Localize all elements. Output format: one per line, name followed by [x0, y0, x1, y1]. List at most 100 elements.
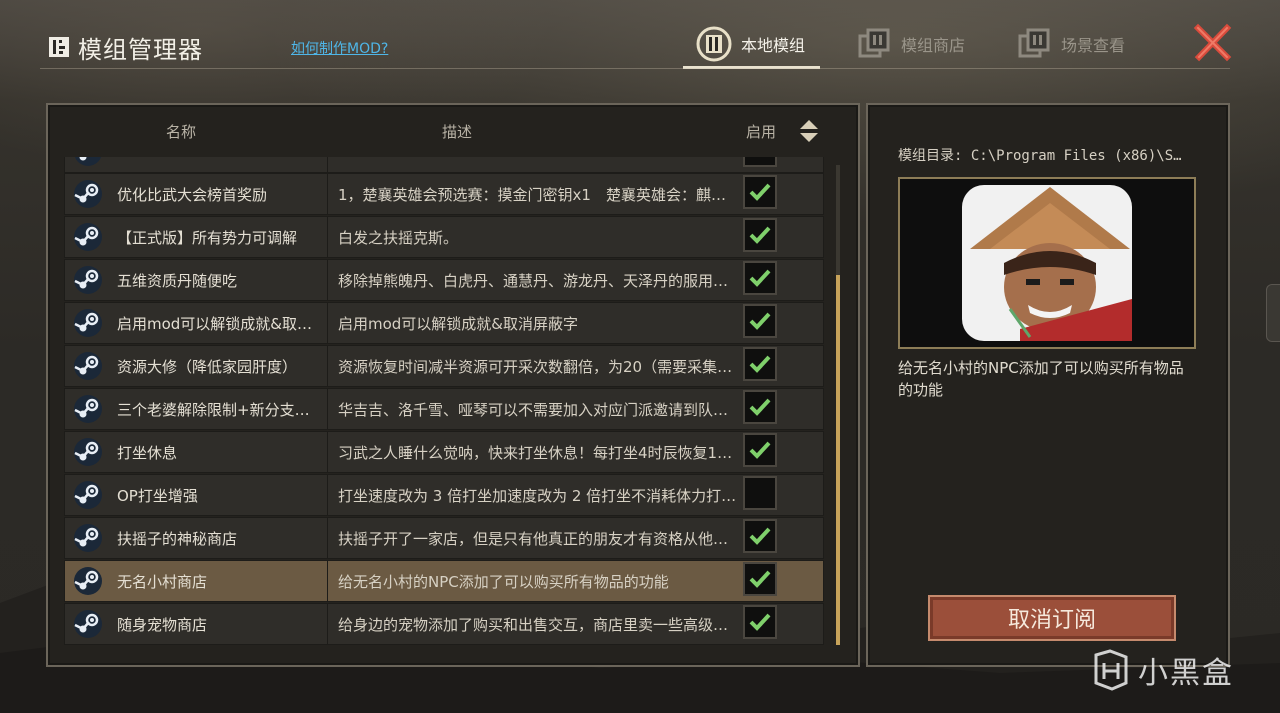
mod-name: OP打坐增强 — [117, 486, 198, 505]
steam-icon — [74, 352, 102, 380]
enable-checkbox[interactable] — [743, 562, 781, 600]
enable-checkbox[interactable] — [743, 519, 781, 557]
steam-icon — [74, 567, 102, 595]
mod-description-cell: 扶摇子开了一家店，但是只有他真正的朋友才有资格从他… — [338, 529, 729, 548]
enable-checkbox[interactable] — [743, 261, 781, 299]
column-name-header: 名称 — [166, 123, 197, 141]
mod-description-cell: 给无名小村的NPC添加了可以购买所有物品的功能 — [338, 572, 669, 591]
mod-name: 资源大修（降低家园肝度） — [117, 357, 298, 376]
column-header: 名称 描述 启用 — [48, 105, 858, 157]
tab-local-mods[interactable]: 本地模组 — [695, 22, 805, 66]
steam-icon — [74, 223, 102, 251]
how-to-make-mod-link[interactable]: 如何制作MOD? — [291, 38, 388, 58]
mod-row[interactable]: 三个老婆解除限制+新分支… 华吉吉、洛千雪、哑琴可以不需要加入对应门派邀请到队… — [64, 388, 824, 430]
check-icon — [749, 441, 771, 459]
steam-icon — [74, 438, 102, 466]
enable-checkbox[interactable] — [743, 218, 781, 256]
enable-checkbox[interactable] — [743, 347, 781, 385]
column-divider — [327, 346, 328, 386]
steam-icon — [74, 610, 102, 638]
check-icon — [749, 613, 771, 631]
check-icon — [749, 183, 771, 201]
page-title: 模组管理器 — [78, 36, 203, 64]
column-divider — [327, 604, 328, 644]
enable-checkbox[interactable] — [743, 157, 781, 171]
mod-row[interactable]: 随身宠物商店 给身边的宠物添加了购买和出售交互，商店里卖一些高级… — [64, 603, 824, 645]
tab-mod-store-label: 模组商店 — [901, 36, 966, 55]
mod-name: 随身宠物商店 — [117, 615, 208, 634]
mod-row[interactable]: OP打坐增强 打坐速度改为 3 倍打坐加速度改为 2 倍打坐不消耗体力打… — [64, 474, 824, 516]
column-divider — [327, 389, 328, 429]
enable-checkbox[interactable] — [743, 433, 781, 471]
mod-row[interactable]: 无名小村商店 给无名小村的NPC添加了可以购买所有物品的功能 — [64, 560, 824, 602]
side-drawer-handle[interactable] — [1266, 284, 1280, 342]
mod-row[interactable]: 【正式版】所有势力可调解 白发之扶摇克斯。 — [64, 216, 824, 258]
mod-row[interactable]: 优化比武大会榜首奖励 1，楚襄英雄会预选赛：摸金门密钥x1 楚襄英雄会：麒… — [64, 173, 824, 215]
mod-description-cell: 华吉吉、洛千雪、哑琴可以不需要加入对应门派邀请到队… — [338, 400, 729, 419]
check-icon — [749, 527, 771, 545]
mod-row[interactable] — [64, 157, 824, 173]
mod-preview-image — [898, 177, 1196, 349]
column-enabled-header: 启用 — [746, 123, 777, 141]
mod-name: 扶摇子的神秘商店 — [117, 529, 238, 548]
column-divider — [327, 518, 328, 558]
scrollbar-thumb[interactable] — [836, 275, 840, 645]
enable-checkbox[interactable] — [743, 390, 781, 428]
mod-list: 优化比武大会榜首奖励 1，楚襄英雄会预选赛：摸金门密钥x1 楚襄英雄会：麒… 【正式… — [64, 157, 824, 647]
mod-description-cell: 给身边的宠物添加了购买和出售交互，商店里卖一些高级… — [338, 615, 729, 634]
sort-icon[interactable] — [798, 118, 820, 144]
tab-mod-store[interactable]: 模组商店 — [855, 22, 965, 66]
mod-description-cell: 习武之人睡什么觉呐，快来打坐休息！每打坐4时辰恢复1… — [338, 443, 733, 462]
header-divider — [40, 68, 1230, 69]
tab-local-mods-label: 本地模组 — [741, 36, 806, 55]
enable-checkbox[interactable] — [743, 304, 781, 342]
tab-scene-view-label: 场景查看 — [1061, 36, 1126, 55]
column-divider — [327, 561, 328, 601]
mod-description-cell: 移除掉熊魄丹、白虎丹、通慧丹、游龙丹、天泽丹的服用… — [338, 271, 729, 290]
column-divider — [327, 475, 328, 515]
column-divider — [327, 157, 328, 172]
mod-name: 打坐休息 — [117, 443, 178, 462]
mod-description-cell: 1，楚襄英雄会预选赛：摸金门密钥x1 楚襄英雄会：麒… — [338, 185, 726, 204]
mod-description: 给无名小村的NPC添加了可以购买所有物品的功能 — [898, 359, 1184, 399]
steam-icon — [74, 395, 102, 423]
mod-name: 【正式版】所有势力可调解 — [117, 228, 298, 247]
mod-row[interactable]: 扶摇子的神秘商店 扶摇子开了一家店，但是只有他真正的朋友才有资格从他… — [64, 517, 824, 559]
enable-checkbox[interactable] — [743, 605, 781, 643]
steam-icon — [74, 180, 102, 208]
mod-row[interactable]: 资源大修（降低家园肝度） 资源恢复时间减半资源可开采次数翻倍，为20（需要采集… — [64, 345, 824, 387]
unsubscribe-button[interactable]: 取消订阅 — [928, 595, 1176, 641]
enable-checkbox[interactable] — [743, 175, 781, 213]
enable-checkbox[interactable] — [743, 476, 781, 514]
steam-icon — [74, 309, 102, 337]
mod-description-cell: 启用mod可以解锁成就&取消屏蔽字 — [338, 314, 579, 333]
mod-row[interactable]: 启用mod可以解锁成就&取… 启用mod可以解锁成就&取消屏蔽字 — [64, 302, 824, 344]
mod-detail-panel: 模组目录: C:\Program Files (x86)\S… 给无名小村的NP… — [866, 103, 1230, 667]
check-icon — [749, 398, 771, 416]
steam-icon — [74, 524, 102, 552]
check-icon — [749, 269, 771, 287]
mod-row[interactable]: 五维资质丹随便吃 移除掉熊魄丹、白虎丹、通慧丹、游龙丹、天泽丹的服用… — [64, 259, 824, 301]
mod-row[interactable]: 打坐休息 习武之人睡什么觉呐，快来打坐休息！每打坐4时辰恢复1… — [64, 431, 824, 473]
mod-manager-icon — [49, 37, 69, 57]
close-icon[interactable] — [1193, 22, 1233, 62]
mod-name: 启用mod可以解锁成就&取… — [117, 314, 313, 333]
tab-scene-view[interactable]: 场景查看 — [1015, 22, 1125, 66]
mod-description-cell: 白发之扶摇克斯。 — [338, 228, 459, 247]
mod-list-panel: 名称 描述 启用 优化比武大会榜首奖励 1，楚襄英雄会预选赛：摸金门密钥x1 楚襄… — [46, 103, 860, 667]
mod-store-icon — [855, 25, 893, 63]
column-divider — [327, 260, 328, 300]
scene-view-icon — [1015, 25, 1053, 63]
steam-icon — [74, 157, 102, 166]
local-mod-icon — [695, 25, 733, 63]
column-desc-header: 描述 — [442, 123, 473, 141]
check-icon — [749, 355, 771, 373]
steam-icon — [74, 266, 102, 294]
mod-name: 无名小村商店 — [117, 572, 208, 591]
column-divider — [327, 432, 328, 472]
mod-directory: 模组目录: C:\Program Files (x86)\S… — [898, 148, 1182, 164]
watermark-text: 小黑盒 — [1138, 656, 1234, 691]
heybox-logo-icon — [1094, 649, 1128, 691]
mod-name: 三个老婆解除限制+新分支… — [117, 400, 310, 419]
mod-name: 五维资质丹随便吃 — [117, 271, 238, 290]
